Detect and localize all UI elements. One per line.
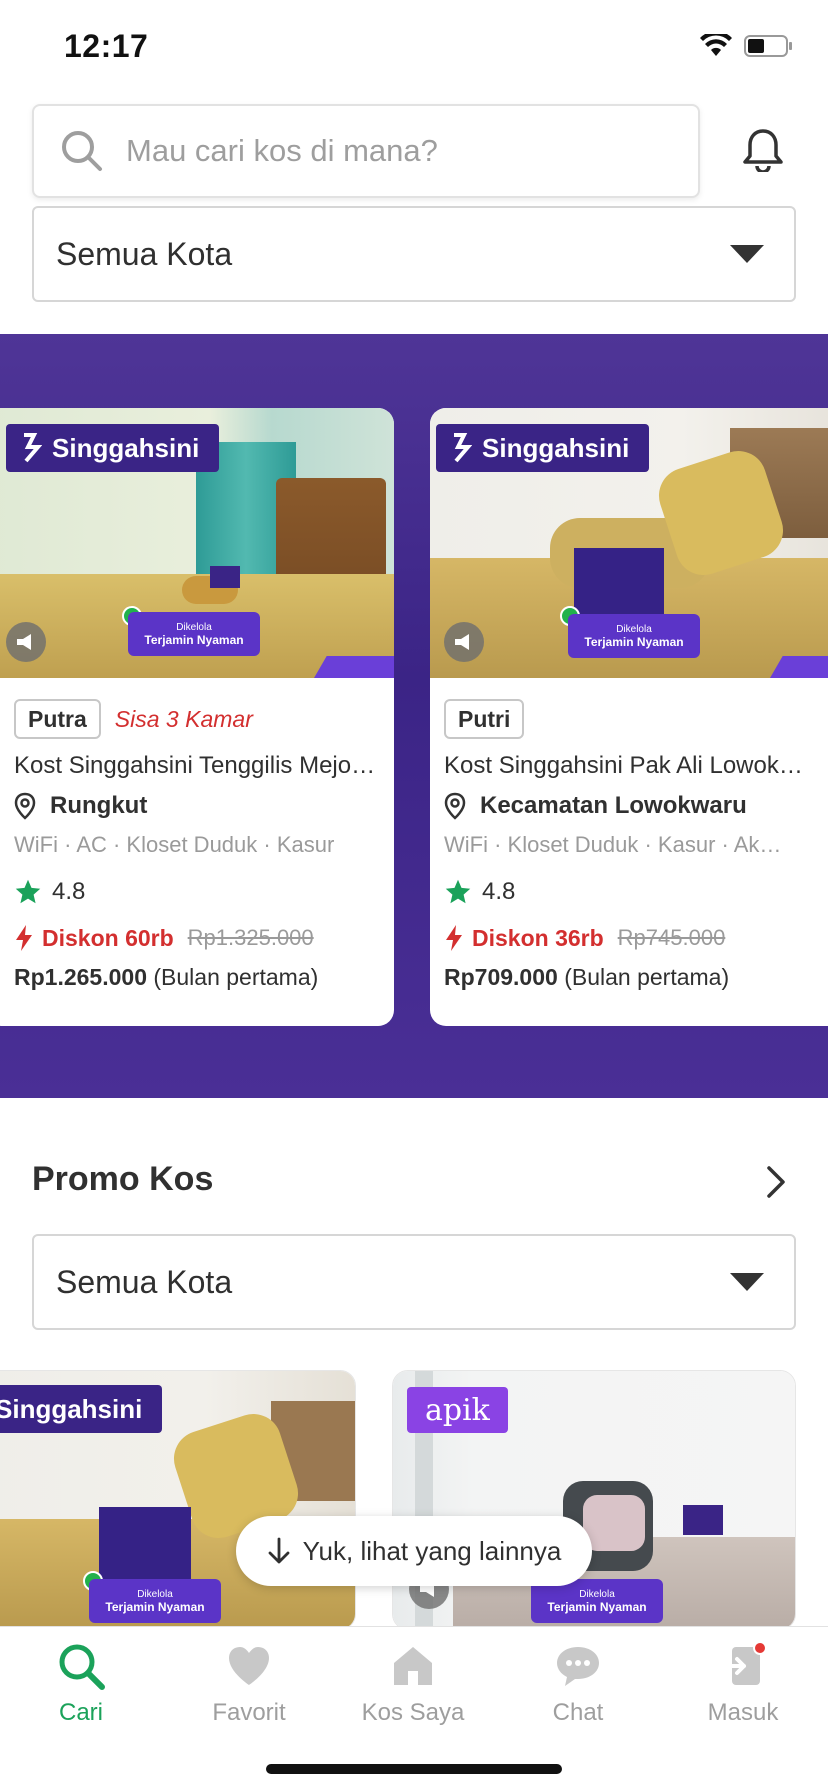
brand-badge: Singgahsini [436,424,650,472]
kost-facilities: WiFi · Kloset Duduk · Kasur · Ak… [444,832,782,857]
star-icon [15,879,41,904]
original-price: Rp1.325.000 [187,925,314,950]
section-title-promo-kos: Promo Kos [32,1160,214,1198]
city-filter-promo[interactable]: Semua Kota [32,1234,796,1330]
status-icons [700,34,794,58]
heart-icon [229,1647,269,1685]
see-more-label: Yuk, lihat yang lainnya [302,1535,562,1566]
brand-badge: Singgahsini [0,1385,163,1433]
search-icon [59,1644,105,1690]
lightning-icon [16,925,32,951]
battery-icon [744,35,792,57]
nav-label: Kos Saya [361,1699,465,1726]
singgahsini-logo-icon [454,433,472,463]
price-row: Rp709.000 (Bulan pertama) [444,964,828,991]
home-icon [394,1647,432,1685]
location-pin-icon [444,792,466,820]
kost-rating: 4.8 [52,878,86,905]
nav-label: Chat [552,1699,604,1726]
status-time: 12:17 [64,28,149,64]
chat-icon [557,1647,599,1686]
kost-card-body: Putri Kost Singgahsini Pak Ali Lowok… Ke… [444,698,828,991]
chevron-right-icon[interactable] [764,1164,788,1200]
kost-price: Rp1.265.000 [14,964,147,990]
city-filter-top[interactable]: Semua Kota [32,206,796,302]
promo-kost-card[interactable]: apik Dikelola Terjamin Nyaman [392,1370,796,1630]
discount-label: Diskon 60rb [42,924,174,951]
gender-chip: Putra [14,699,101,739]
see-more-button[interactable]: Yuk, lihat yang lainnya [236,1516,592,1586]
kost-location: Kecamatan Lowokwaru [480,792,747,819]
nav-label: Favorit [212,1699,286,1726]
discount-label: Diskon 36rb [472,924,604,951]
nav-item-favorit[interactable]: Favorit [174,1641,324,1727]
managed-by-badge: Dikelola Terjamin Nyaman [128,612,260,656]
original-price: Rp745.000 [617,925,726,950]
search-icon [62,131,102,171]
nav-item-chat[interactable]: Chat [503,1641,653,1727]
kost-rating: 4.8 [482,878,516,905]
chevron-down-icon [730,245,764,263]
kost-photo: Singgahsini Dikelola Terjamin Nyaman [430,408,828,678]
managed-by-badge: Dikelola Terjamin Nyaman [568,614,700,658]
lightning-icon [446,925,462,951]
login-icon [720,1641,767,1685]
managed-by-badge: Dikelola Terjamin Nyaman [89,1579,221,1623]
kost-photo: Singgahsini Dikelola Terjamin Nyaman [0,408,394,678]
star-icon [445,879,471,904]
nav-item-masuk[interactable]: Masuk [668,1641,818,1727]
kost-card[interactable]: Singgahsini Dikelola Terjamin Nyaman Put… [430,408,828,1026]
price-row: Rp1.265.000 (Bulan pertama) [14,964,380,991]
location-pin-icon [14,792,36,820]
promo-kost-card[interactable]: Singgahsini Dikelola Terjamin Nyaman [0,1370,356,1630]
kost-facilities: WiFi · AC · Kloset Duduk · Kasur [14,832,335,857]
search-input[interactable] [126,133,646,169]
kost-price: Rp709.000 [444,964,558,990]
megaphone-icon[interactable] [6,622,46,662]
chevron-down-icon [730,1273,764,1291]
singgahsini-logo-icon [24,433,42,463]
corner-ribbon [314,656,394,678]
notification-bell-icon[interactable] [742,128,784,172]
brand-badge: Singgahsini [6,424,220,472]
megaphone-icon[interactable] [444,622,484,662]
kost-card-body: Putra Sisa 3 Kamar Kost Singgahsini Teng… [14,698,380,991]
gender-chip: Putri [444,699,525,739]
kost-card[interactable]: Singgahsini Dikelola Terjamin Nyaman Put… [0,408,394,1026]
nav-item-kos-saya[interactable]: Kos Saya [338,1641,488,1727]
wifi-icon [700,34,732,56]
status-bar: 12:17 [0,0,828,100]
home-indicator [266,1764,562,1774]
kost-location: Rungkut [50,792,148,819]
price-note: (Bulan pertama) [564,964,730,990]
city-filter-promo-value: Semua Kota [56,1263,233,1300]
kost-name: Kost Singgahsini Tenggilis Mejoy… [14,752,380,779]
search-row [32,104,796,200]
brand-badge: apik [407,1387,508,1433]
arrow-down-icon [268,1537,290,1564]
search-box[interactable] [32,104,700,198]
nav-label: Masuk [707,1699,779,1726]
rooms-left-label: Sisa 3 Kamar [114,705,253,732]
city-filter-top-value: Semua Kota [56,235,233,272]
kost-name: Kost Singgahsini Pak Ali Lowok… [444,752,803,779]
nav-label: Cari [58,1699,103,1726]
singgahsini-featured-carousel[interactable]: Singgahsini Dikelola Terjamin Nyaman Put… [0,334,828,1098]
price-note: (Bulan pertama) [153,964,319,990]
nav-item-cari[interactable]: Cari [6,1641,156,1727]
